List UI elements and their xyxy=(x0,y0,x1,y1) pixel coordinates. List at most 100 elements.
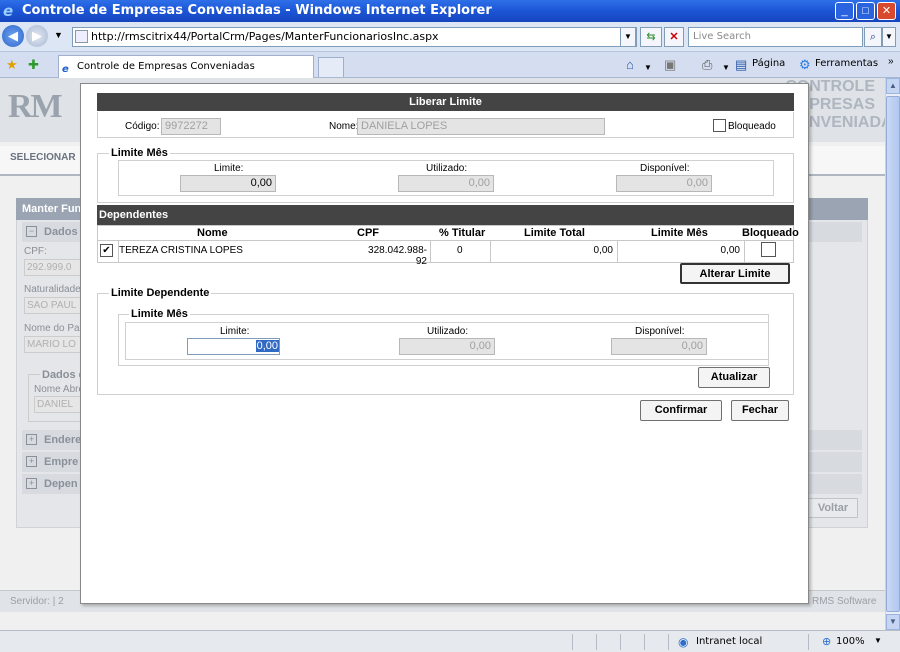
col-titular: % Titular xyxy=(439,227,486,239)
maximize-button[interactable]: □ xyxy=(856,2,875,20)
status-bar: ◉ Intranet local ⊕ 100% ▼ xyxy=(0,630,900,652)
dep-limite-value: 0,00 xyxy=(255,340,279,352)
new-tab-button[interactable] xyxy=(318,57,344,77)
limite-value: 0,00 xyxy=(180,175,276,192)
disponivel-value: 0,00 xyxy=(616,175,712,192)
home-dropdown-icon[interactable]: ▼ xyxy=(644,60,652,76)
codigo-field: 9972272 xyxy=(161,118,221,135)
dep-limite-label: Limite: xyxy=(220,326,250,337)
rms-logo: RM xyxy=(8,88,63,125)
dependente-limite-mes: 0,00 xyxy=(720,245,740,256)
address-bar[interactable]: http://rmscitrix44/PortalCrm/Pages/Mante… xyxy=(72,27,637,47)
dependentes-title: Dependentes xyxy=(97,205,794,225)
limite-label: Limite: xyxy=(214,163,244,174)
tab-title: Controle de Empresas Conveniadas xyxy=(77,61,255,72)
ie-logo-icon: e xyxy=(3,2,14,20)
nome-pai-value: MARIO LO xyxy=(24,336,84,353)
intranet-globe-icon: ◉ xyxy=(678,635,689,649)
col-bloqueado: Bloqueado xyxy=(742,227,799,239)
dependente-titular: 0 xyxy=(457,245,463,256)
servidor-info: Servidor: | 2 xyxy=(10,596,64,607)
chevron-right-icon[interactable]: » xyxy=(888,54,894,70)
liberar-limite-dialog: Liberar Limite Código: 9972272 Nome: DAN… xyxy=(80,83,809,604)
dependente-nome: TEREZA CRISTINA LOPES xyxy=(119,245,243,256)
dependente-limite-total: 0,00 xyxy=(593,245,613,256)
col-limite-total: Limite Total xyxy=(524,227,585,239)
expand-icon[interactable]: + xyxy=(26,478,37,489)
forward-button[interactable]: ▶ xyxy=(26,25,48,47)
stop-icon[interactable]: ✕ xyxy=(664,27,684,47)
dialog-title: Liberar Limite xyxy=(97,93,794,111)
bloqueado-checkbox[interactable] xyxy=(713,119,726,132)
nome-field: DANIELA LOPES xyxy=(357,118,605,135)
address-url: http://rmscitrix44/PortalCrm/Pages/Mante… xyxy=(91,30,439,43)
dep-disponivel-label: Disponível: xyxy=(635,326,685,337)
page-menu[interactable]: Página xyxy=(752,58,785,69)
dep-utilizado-label: Utilizado: xyxy=(427,326,469,337)
naturalidade-value: SAO PAUL xyxy=(24,297,84,314)
tools-gear-icon[interactable]: ⚙ xyxy=(799,57,811,73)
home-icon[interactable]: ⌂ xyxy=(626,57,634,73)
nome-pai-label: Nome do Pai xyxy=(24,323,82,334)
utilizado-value: 0,00 xyxy=(398,175,494,192)
footer-brand: RMS Software xyxy=(812,596,877,607)
dependente-cpf: 328.042.988-92 xyxy=(368,245,427,267)
window-title: Controle de Empresas Conveniadas - Windo… xyxy=(22,3,492,18)
limite-mes-legend: Limite Mês xyxy=(109,147,170,159)
col-nome: Nome xyxy=(197,227,228,239)
zoom-icon[interactable]: ⊕ xyxy=(822,635,831,648)
limite-dependente-legend: Limite Dependente xyxy=(109,287,212,299)
vertical-scrollbar[interactable]: ▲ ▼ xyxy=(885,78,900,630)
alterar-limite-button[interactable]: Alterar Limite xyxy=(680,263,790,284)
expand-icon[interactable]: + xyxy=(26,456,37,467)
col-cpf: CPF xyxy=(357,227,379,239)
row-select-checkbox[interactable]: ✔ xyxy=(100,244,113,257)
collapse-icon[interactable]: − xyxy=(26,226,37,237)
zoom-level[interactable]: 100% xyxy=(836,636,865,647)
print-dropdown-icon[interactable]: ▼ xyxy=(722,60,730,76)
add-favorites-icon[interactable]: ✚ xyxy=(28,57,39,73)
atualizar-button[interactable]: Atualizar xyxy=(698,367,770,388)
bloqueado-label: Bloqueado xyxy=(728,121,776,132)
close-window-button[interactable]: ✕ xyxy=(877,2,896,20)
nome-label: Nome: xyxy=(329,121,359,132)
navigation-bar: ◀ ▶ ▼ http://rmscitrix44/PortalCrm/Pages… xyxy=(0,22,900,52)
search-options-icon[interactable]: ▼ xyxy=(882,27,896,47)
minimize-button[interactable]: _ xyxy=(835,2,854,20)
page-icon[interactable]: ▤ xyxy=(735,57,747,73)
scroll-down-icon[interactable]: ▼ xyxy=(886,614,900,630)
codigo-label: Código: xyxy=(125,121,160,132)
search-icon[interactable]: ⌕ xyxy=(864,27,882,47)
menu-selecionar[interactable]: SELECIONAR xyxy=(10,152,76,163)
history-dropdown-icon[interactable]: ▼ xyxy=(54,30,63,40)
col-limite-mes: Limite Mês xyxy=(651,227,708,239)
fechar-button[interactable]: Fechar xyxy=(731,400,789,421)
dep-utilizado-value: 0,00 xyxy=(399,338,495,355)
nome-abreviado-label: Nome Abre xyxy=(34,384,85,395)
search-input[interactable]: Live Search xyxy=(688,27,863,47)
scroll-thumb[interactable] xyxy=(886,96,900,612)
dep-limite-input[interactable]: 0,00 xyxy=(187,338,280,355)
zoom-dropdown-icon[interactable]: ▼ xyxy=(874,636,882,645)
expand-icon[interactable]: + xyxy=(26,434,37,445)
limite-mes-sub-legend: Limite Mês xyxy=(129,308,190,320)
cpf-label: CPF: xyxy=(24,246,47,257)
dependente-bloqueado-checkbox[interactable] xyxy=(761,242,776,257)
confirmar-button[interactable]: Confirmar xyxy=(640,400,722,421)
window-title-bar: e Controle de Empresas Conveniadas - Win… xyxy=(0,0,900,22)
tools-menu[interactable]: Ferramentas xyxy=(815,58,878,69)
naturalidade-label: Naturalidade xyxy=(24,284,81,295)
voltar-button[interactable]: Voltar xyxy=(808,498,858,518)
favorites-star-icon[interactable]: ★ xyxy=(6,57,18,73)
scroll-up-icon[interactable]: ▲ xyxy=(886,78,900,94)
search-placeholder: Live Search xyxy=(693,31,751,42)
print-icon[interactable]: ⎙ xyxy=(702,57,712,73)
utilizado-label: Utilizado: xyxy=(426,163,468,174)
dep-disponivel-value: 0,00 xyxy=(611,338,707,355)
refresh-icon[interactable]: ⇆ xyxy=(640,27,662,47)
feeds-icon[interactable]: ▣ xyxy=(664,57,676,73)
address-dropdown-icon[interactable]: ▼ xyxy=(620,27,636,47)
cpf-value: 292.999.0 xyxy=(24,259,84,276)
back-button[interactable]: ◀ xyxy=(2,25,24,47)
tab-active[interactable]: e Controle de Empresas Conveniadas xyxy=(58,55,314,78)
